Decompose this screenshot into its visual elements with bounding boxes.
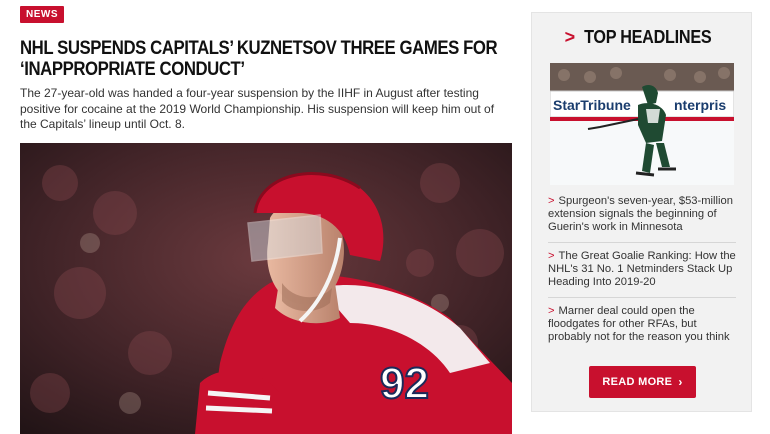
chevron-right-icon: › [678,375,683,389]
hero-jersey-number: 92 [380,359,429,408]
chevron-right-icon: > [548,305,555,317]
sidebar-title: > TOP HEADLINES [532,27,751,48]
headline-item[interactable]: > Spurgeon's seven-year, $53-million exte… [548,195,736,243]
chevron-right-icon: > [564,27,576,47]
chevron-right-icon: > [548,250,555,262]
top-headlines-sidebar: > TOP HEADLINES StarTribune nterpris > S… [531,12,752,412]
headline-link[interactable]: Marner deal could open the floodgates fo… [548,305,730,343]
category-badge[interactable]: NEWS [20,6,64,23]
headline-link[interactable]: Spurgeon's seven-year, $53-million exten… [548,195,733,233]
headline-item[interactable]: > The Great Goalie Ranking: How the NHL's… [548,250,736,298]
thumbnail-photo: StarTribune nterpris [550,63,734,185]
hero-image[interactable]: 92 [20,143,512,434]
sidebar-title-text: TOP HEADLINES [583,27,712,47]
thumbnail-board-left: StarTribune [553,97,631,113]
headline-list: > Spurgeon's seven-year, $53-million exte… [548,195,736,359]
chevron-right-icon: > [548,195,555,207]
headline-item[interactable]: > Marner deal could open the floodgates f… [548,305,736,352]
headline-link[interactable]: The Great Goalie Ranking: How the NHL's … [548,250,736,288]
read-more-label: READ MORE [602,376,673,388]
hero-photo: 92 [20,143,512,434]
article-dek: The 27-year-old was handed a four-year s… [20,86,495,131]
thumbnail-board-right: nterpris [674,97,726,113]
article-headline[interactable]: NHL SUSPENDS CAPITALS’ KUZNETSOV THREE G… [20,38,512,80]
read-more-button[interactable]: READ MORE › [589,366,696,398]
headline-thumbnail[interactable]: StarTribune nterpris [550,63,734,185]
